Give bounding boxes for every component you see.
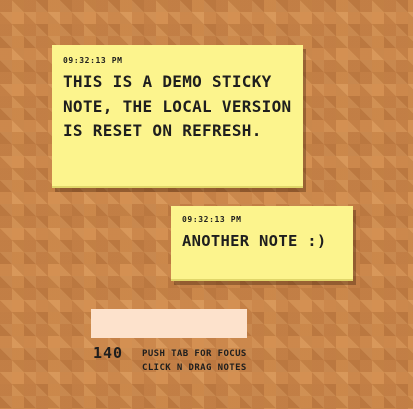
- sticky-note[interactable]: 09:32:13 PM ANOTHER NOTE :): [171, 206, 353, 281]
- hint-drag-notes: CLICK N DRAG NOTES: [142, 363, 247, 373]
- corkboard: { "notes": [ { "timestamp": "09:32:13 PM…: [0, 0, 413, 409]
- hint-text: PUSH TAB FOR FOCUS CLICK N DRAG NOTES: [142, 347, 247, 375]
- note-timestamp: 09:32:13 PM: [63, 56, 123, 65]
- new-note-input[interactable]: [91, 309, 247, 338]
- sticky-note[interactable]: 09:32:13 PM THIS IS A DEMO STICKY NOTE, …: [52, 45, 303, 188]
- note-text: THIS IS A DEMO STICKY NOTE, THE LOCAL VE…: [63, 72, 292, 140]
- note-text: ANOTHER NOTE :): [182, 232, 327, 250]
- hint-tab-focus: PUSH TAB FOR FOCUS: [142, 349, 247, 359]
- character-counter: 140: [93, 344, 124, 362]
- note-timestamp: 09:32:13 PM: [182, 215, 242, 224]
